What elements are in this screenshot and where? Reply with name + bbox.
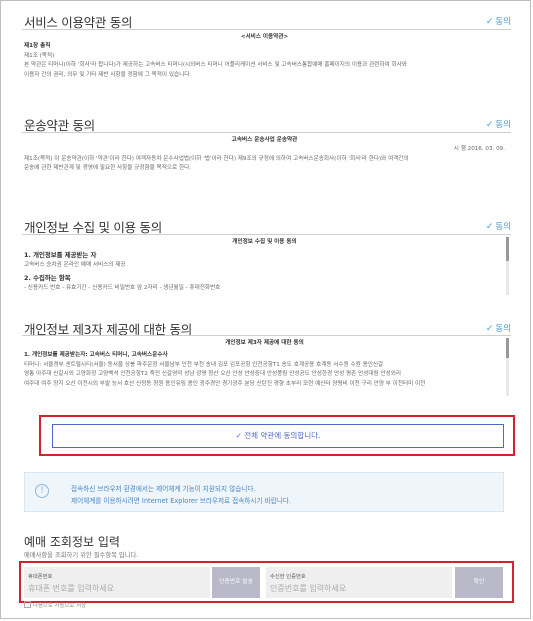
confirm-button[interactable]: 확인 [455,567,503,598]
third-party-scrollbar[interactable] [506,338,509,396]
third-party-text: 여주대 여주 양지 오산 이천시외 부발 능서 호산 신정동 청원 용인유림 용… [24,380,426,387]
check-icon: ✓ [485,120,494,130]
terms-text: 운송에 관한 제반관계 및 경영에 필요한 사항을 규정함을 목적으로 한다. [24,165,192,172]
transport-terms-agree[interactable]: ✓ 동의 [486,118,511,130]
privacy-item-title: 2. 수집하는 항목 [24,274,71,283]
doc-title: <서비스 이용약관> [240,34,289,40]
third-party-item-title: 1. 개인정보를 제공받는자: 고속버스 티머니, 고속버스운수사 [24,352,168,359]
divider [22,29,511,30]
privacy-terms-content[interactable]: 개인정보 수집 및 이용 동의 1. 개인정보를 제공받는 자 고속버스 승차권… [24,238,505,294]
chapter-title: 제1장 총칙 [24,43,51,50]
privacy-scrollbar[interactable] [506,237,509,295]
browser-notice: ! 접속하신 브라우저 환경에서는 제어체계 기능이 지원되지 않습니다. 제어… [24,472,504,512]
third-party-agree[interactable]: ✓ 동의 [486,322,511,334]
service-terms-content[interactable]: <서비스 이용약관> 제1장 총칙 제1조 (목적) 본 약관은 티머니(이하 … [24,33,505,88]
all-agree-label: 전체 약관에 동의합니다. [244,431,321,440]
terms-text: 이용자 간의 권리, 의무 및 기타 제반 사항을 정함에 그 목적이 있습니다… [24,71,192,78]
check-icon: ✓ [485,222,494,232]
save-option[interactable]: 다음으로 자동으로 저장 [24,601,86,609]
terms-text: 제1조(목적) 이 운송약관(이하 '약관'이라 한다) 여객자동차 운수사업법… [24,155,409,162]
code-input[interactable]: 인증번호를 입력하세요 [270,583,346,594]
privacy-item-title: 1. 개인정보를 제공받는 자 [24,251,97,260]
privacy-item-text: 고속버스 승차권 온라인 예매 서비스의 제공 [24,261,126,268]
reservation-title: 예매 조회정보 입력 [24,535,120,549]
notice-text: 제어체계를 이용하시려면 Internet Explorer 브라우저로 접속하… [71,497,291,505]
phone-label: 휴대폰번호 [28,574,53,580]
checkbox[interactable] [24,601,31,608]
phone-input[interactable]: 휴대폰 번호를 입력하세요 [28,583,114,594]
transport-terms-content[interactable]: 고속버스 운송사업 운송약관 시 행 2016. 03. 09. 제1조(목적)… [24,136,505,191]
service-terms-agree[interactable]: ✓ 동의 [486,15,511,27]
third-party-content[interactable]: 개인정보 제3자 제공에 대한 동의 1. 개인정보를 제공받는자: 고속버스 … [24,339,505,395]
reservation-subtitle: 예매사항을 조회하기 위한 필수항목 입니다. [24,552,139,559]
check-icon: ✓ [235,431,242,440]
third-party-text: 영통 아주대 신갈시외 고양화정 고양백석 인천공항T2 죽전 신갈영덕 성남 … [24,371,402,378]
check-icon: ✓ [485,324,494,334]
doc-title: 개인정보 수집 및 이용 동의 [232,239,297,245]
third-party-text: 티머니: 서울경부 센트럴시티(서울) 동서울 상봉 파주운정 서울남부 인천 … [24,361,384,368]
send-code-button[interactable]: 인증번호 발송 [212,567,260,598]
divider [22,234,511,235]
privacy-item-text: - 신용카드 번호 - 유효기간 - 신용카드 비밀번호 앞 2자리 - 생년월… [24,284,221,291]
all-agree-button[interactable]: ✓ 전체 약관에 동의합니다. [52,424,504,448]
scrollbar-thumb[interactable] [506,237,509,261]
divider [22,335,511,336]
privacy-terms-agree[interactable]: ✓ 동의 [486,220,511,232]
doc-title: 개인정보 제3자 제공에 대한 동의 [225,340,304,346]
effective-date: 시 행 2016. 03. 09. [453,146,505,153]
doc-title: 고속버스 운송사업 운송약관 [231,137,298,143]
info-icon: ! [35,484,49,498]
phone-field[interactable]: 휴대폰번호 휴대폰 번호를 입력하세요 [24,567,210,598]
terms-text: 본 약관은 티머니(이하 '회사'라 합니다)가 제공하는 고속버스 티머니(시… [24,62,407,69]
article-title: 제1조 (목적) [24,52,55,59]
page-frame [0,0,531,619]
notice-text: 접속하신 브라우저 환경에서는 제어체계 기능이 지원되지 않습니다. [71,485,256,493]
scrollbar-thumb[interactable] [506,338,509,358]
divider [22,132,511,133]
code-field[interactable]: 수신한 인증번호 인증번호를 입력하세요 [266,567,452,598]
check-icon: ✓ [485,17,494,27]
code-label: 수신한 인증번호 [270,574,306,580]
